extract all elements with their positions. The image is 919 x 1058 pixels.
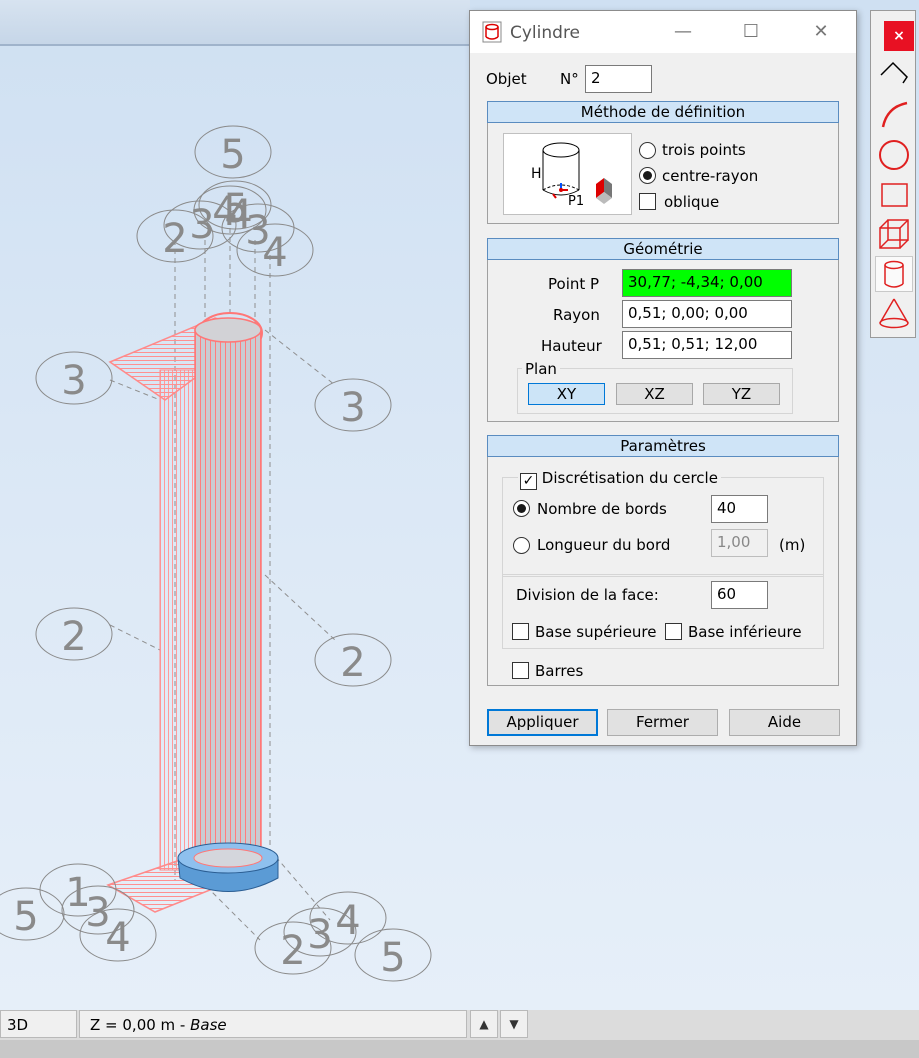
fermer-button[interactable]: Fermer	[607, 709, 718, 736]
level-name: Base	[190, 1016, 227, 1034]
level-up-button[interactable]: ▲	[470, 1010, 498, 1038]
circle-icon[interactable]	[875, 137, 913, 173]
arc-icon[interactable]	[875, 97, 913, 133]
objet-label: Objet	[486, 70, 527, 88]
point-p-field[interactable]: 30,77; -4,34; 0,00	[622, 269, 792, 297]
base-inferieure-label: Base inférieure	[688, 623, 802, 641]
longueur-bord-label: Longueur du bord	[537, 536, 671, 554]
base-inferieure-checkbox[interactable]	[665, 623, 682, 640]
cylinder-icon	[482, 21, 502, 43]
cylinder-dialog: Cylindre — ☐ ✕ Objet N° 2 Méthode de déf…	[469, 10, 857, 746]
parametres-header: Paramètres	[487, 435, 839, 457]
hauteur-field[interactable]: 0,51; 0,51; 12,00	[622, 331, 792, 359]
scene-label: 3	[61, 358, 86, 404]
geometrie-header: Géométrie	[487, 238, 839, 260]
preview-h-label: H	[531, 166, 542, 182]
barres-checkbox[interactable]	[512, 662, 529, 679]
scene-label: 2	[280, 928, 305, 974]
method-preview: H P1	[503, 133, 632, 215]
scene-label: 2	[340, 640, 365, 686]
nombre-bords-label: Nombre de bords	[537, 500, 667, 518]
base-superieure-label: Base supérieure	[535, 623, 657, 641]
cone-icon[interactable]	[875, 295, 913, 331]
rectangle-icon[interactable]	[875, 177, 913, 213]
plan-xy-button[interactable]: XY	[528, 383, 605, 405]
help-button[interactable]: Aide	[729, 709, 840, 736]
scene-label: 2	[162, 216, 187, 262]
level-down-button[interactable]: ▼	[500, 1010, 528, 1038]
polyline-icon[interactable]	[875, 55, 913, 91]
centre-rayon-label: centre-rayon	[662, 167, 759, 185]
hauteur-label: Hauteur	[541, 337, 602, 355]
level-prefix: Z = 0,00 m -	[90, 1016, 191, 1034]
scene-label: 5	[220, 132, 245, 178]
scene-label: 3	[307, 912, 332, 958]
division-field[interactable]: 60	[711, 581, 768, 609]
centre-rayon-radio[interactable]	[639, 167, 656, 184]
oblique-checkbox[interactable]	[639, 193, 656, 210]
minimize-button[interactable]: —	[668, 21, 698, 43]
discretisation-legend: ✓ Discrétisation du cercle	[518, 469, 721, 490]
scene-label: 5	[13, 894, 38, 940]
shape-toolbar: ×	[870, 10, 916, 338]
scene-label: 4	[105, 915, 130, 961]
barres-label: Barres	[535, 662, 584, 680]
scene-label: 4	[262, 230, 287, 276]
unit-label: (m)	[779, 536, 806, 554]
box-icon[interactable]	[875, 216, 913, 252]
nombre-bords-field[interactable]: 40	[711, 495, 768, 523]
discretisation-label: Discrétisation du cercle	[541, 469, 718, 487]
rayon-label: Rayon	[553, 306, 600, 324]
discretisation-checkbox[interactable]: ✓	[520, 473, 537, 490]
longueur-bord-radio[interactable]	[513, 537, 530, 554]
trois-points-radio[interactable]	[639, 142, 656, 159]
plan-label: Plan	[522, 360, 560, 378]
scene-label: 2	[61, 614, 86, 660]
plan-yz-button[interactable]: YZ	[703, 383, 780, 405]
level-field[interactable]: Z = 0,00 m - Base	[79, 1010, 467, 1038]
scene-label: 5	[380, 935, 405, 981]
plan-xz-button[interactable]: XZ	[616, 383, 693, 405]
dialog-title: Cylindre	[510, 23, 581, 43]
scene-label: 3	[189, 202, 214, 248]
division-label: Division de la face:	[516, 586, 659, 604]
point-p-label: Point P	[548, 275, 600, 293]
oblique-label: oblique	[664, 193, 720, 211]
methode-header: Méthode de définition	[487, 101, 839, 123]
object-number-field[interactable]: 2	[585, 65, 652, 93]
rayon-field[interactable]: 0,51; 0,00; 0,00	[622, 300, 792, 328]
longueur-bord-field: 1,00	[711, 529, 768, 557]
base-superieure-checkbox[interactable]	[512, 623, 529, 640]
nombre-bords-radio[interactable]	[513, 500, 530, 517]
discretisation-group	[502, 477, 824, 577]
preview-p1-label: P1	[568, 194, 585, 209]
scene-label: 4	[335, 898, 360, 944]
status-bar: 3D Z = 0,00 m - Base ▲ ▼	[0, 1010, 919, 1058]
toolbar-close-button[interactable]: ×	[884, 21, 914, 51]
close-button[interactable]: ✕	[806, 21, 836, 43]
scene-label: 3	[340, 385, 365, 431]
apply-button[interactable]: Appliquer	[487, 709, 598, 736]
status-bottom-strip	[0, 1040, 919, 1058]
maximize-button[interactable]: ☐	[736, 21, 766, 43]
view-mode-field[interactable]: 3D	[0, 1010, 77, 1038]
dialog-titlebar[interactable]: Cylindre — ☐ ✕	[470, 11, 856, 53]
number-label: N°	[560, 70, 579, 88]
trois-points-label: trois points	[662, 141, 746, 159]
cylinder-icon[interactable]	[875, 256, 913, 292]
